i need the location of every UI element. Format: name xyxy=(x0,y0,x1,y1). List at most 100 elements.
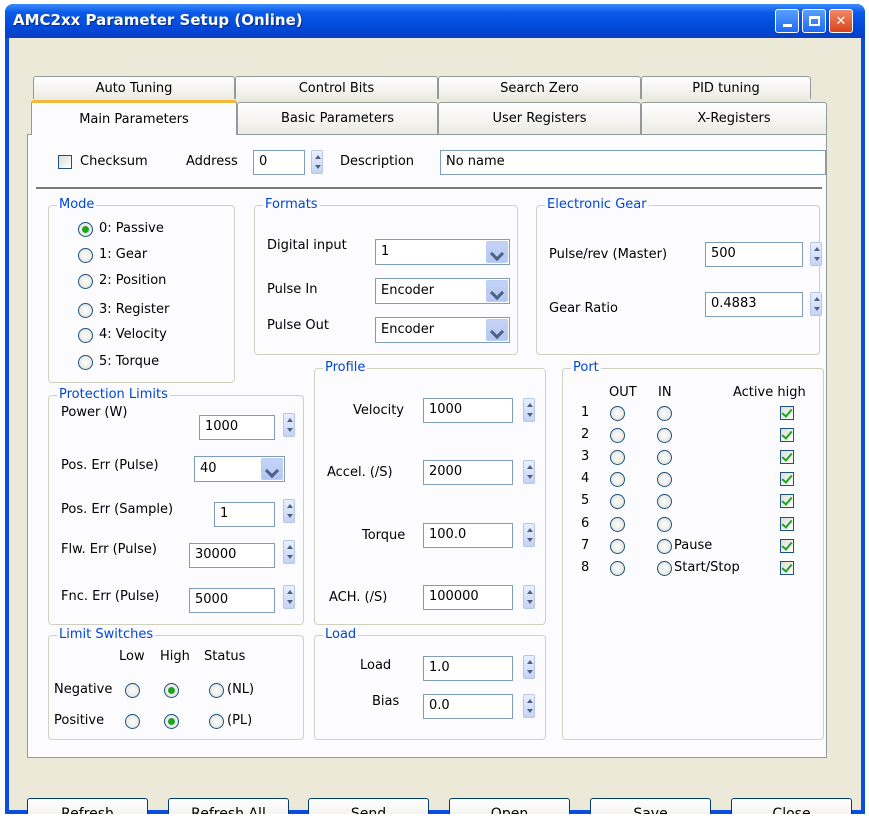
chevron-down-icon[interactable] xyxy=(261,458,283,480)
chevron-down-icon[interactable] xyxy=(486,241,508,263)
port-active-high-5[interactable] xyxy=(780,494,794,508)
mode-radio-passive[interactable] xyxy=(78,222,93,237)
tab-control-bits[interactable]: Control Bits xyxy=(235,76,438,99)
port-in-6 xyxy=(657,517,672,532)
pulse-rev-spinner[interactable] xyxy=(810,242,822,266)
close-icon[interactable]: ✕ xyxy=(829,9,853,33)
port-out-7[interactable] xyxy=(610,539,625,554)
port-out-2[interactable] xyxy=(610,428,625,443)
port-active-high-8[interactable] xyxy=(780,561,794,575)
accel-spinner[interactable] xyxy=(523,460,535,484)
tab-pid-tuning[interactable]: PID tuning xyxy=(641,76,811,99)
port-in-4 xyxy=(657,472,672,487)
accel-field[interactable]: 2000 xyxy=(423,460,513,485)
gear-ratio-field[interactable]: 0.4883 xyxy=(705,292,803,317)
checksum-checkbox[interactable] xyxy=(58,155,72,169)
bias-spinner[interactable] xyxy=(523,694,535,718)
title-bar[interactable]: AMC2xx Parameter Setup (Online) ✕ xyxy=(5,4,865,38)
flw-err-label: Flw. Err (Pulse) xyxy=(61,542,157,557)
save-button[interactable]: Save xyxy=(590,798,711,814)
port-out-6[interactable] xyxy=(610,517,625,532)
address-spinner[interactable] xyxy=(311,150,323,174)
negative-high-radio[interactable] xyxy=(164,683,179,698)
port-active-high-3[interactable] xyxy=(780,450,794,464)
negative-low-radio[interactable] xyxy=(125,683,140,698)
tab-search-zero[interactable]: Search Zero xyxy=(438,76,641,99)
port-active-high-1[interactable] xyxy=(780,406,794,420)
power-field[interactable]: 1000 xyxy=(199,415,275,440)
tab-basic-parameters[interactable]: Basic Parameters xyxy=(237,102,438,134)
fnc-err-field[interactable]: 5000 xyxy=(189,588,275,613)
load-spinner[interactable] xyxy=(523,655,535,679)
fnc-err-spinner[interactable] xyxy=(283,585,295,609)
pulse-out-select[interactable]: Encoder xyxy=(375,317,510,343)
pos-err-sample-field[interactable]: 1 xyxy=(214,502,275,527)
pulse-in-value: Encoder xyxy=(381,283,435,298)
positive-high-radio[interactable] xyxy=(164,714,179,729)
power-spinner[interactable] xyxy=(283,413,295,437)
port-active-high-2[interactable] xyxy=(780,428,794,442)
tab-auto-tuning[interactable]: Auto Tuning xyxy=(33,76,235,99)
app-window: AMC2xx Parameter Setup (Online) ✕ Auto T… xyxy=(5,4,865,814)
mode-radio-gear[interactable] xyxy=(78,248,93,263)
load-field[interactable]: 1.0 xyxy=(423,656,513,681)
nl-label: (NL) xyxy=(227,682,255,697)
velocity-spinner[interactable] xyxy=(523,398,535,422)
port-out-4[interactable] xyxy=(610,472,625,487)
minimize-icon[interactable] xyxy=(775,9,799,33)
bias-field[interactable]: 0.0 xyxy=(423,694,513,719)
refresh-all-button[interactable]: Refresh All xyxy=(168,798,289,814)
torque-label: Torque xyxy=(362,528,406,543)
ach-label: ACH. (/S) xyxy=(329,590,388,605)
close-button[interactable]: Close xyxy=(731,798,852,814)
limit-switches-group: Limit Switches Low High Status Negative … xyxy=(48,627,304,740)
open-button[interactable]: Open xyxy=(449,798,570,814)
torque-spinner[interactable] xyxy=(523,523,535,547)
port-active-high-7[interactable] xyxy=(780,539,794,553)
pos-err-sample-spinner[interactable] xyxy=(283,499,295,523)
flw-err-field[interactable]: 30000 xyxy=(189,543,275,568)
mode-label-gear: 1: Gear xyxy=(99,247,148,262)
torque-field[interactable]: 100.0 xyxy=(423,523,513,548)
mode-radio-register[interactable] xyxy=(78,303,93,318)
active-high-header: Active high xyxy=(733,385,806,400)
digital-input-select[interactable]: 1 xyxy=(375,239,510,265)
tab-user-registers[interactable]: User Registers xyxy=(438,102,641,134)
port-active-high-6[interactable] xyxy=(780,517,794,531)
velocity-field[interactable]: 1000 xyxy=(423,398,513,423)
port-in-7 xyxy=(657,539,672,554)
tab-x-registers[interactable]: X-Registers xyxy=(641,102,827,134)
port-in-8 xyxy=(657,561,672,576)
port-row-number: 5 xyxy=(581,493,590,508)
maximize-icon[interactable] xyxy=(802,9,826,33)
flw-err-spinner[interactable] xyxy=(283,540,295,564)
description-field[interactable]: No name xyxy=(440,150,826,175)
refresh-button[interactable]: Refresh xyxy=(27,798,148,814)
port-out-1[interactable] xyxy=(610,406,625,421)
chevron-down-icon[interactable] xyxy=(486,319,508,341)
port-out-3[interactable] xyxy=(610,450,625,465)
positive-low-radio[interactable] xyxy=(125,714,140,729)
port-out-5[interactable] xyxy=(610,494,625,509)
dialog-client: Auto Tuning Control Bits Search Zero PID… xyxy=(9,38,861,814)
main-parameters-panel: Checksum Address 0 Description No name M… xyxy=(27,134,827,758)
mode-radio-velocity[interactable] xyxy=(78,328,93,343)
address-field[interactable]: 0 xyxy=(253,150,305,175)
tab-main-parameters[interactable]: Main Parameters xyxy=(31,100,237,135)
ach-field[interactable]: 100000 xyxy=(423,585,513,610)
mode-radio-torque[interactable] xyxy=(78,355,93,370)
pos-err-pulse-select[interactable]: 40 xyxy=(194,456,285,482)
gear-ratio-spinner[interactable] xyxy=(810,292,822,316)
negative-status-indicator xyxy=(209,683,224,698)
pulse-in-select[interactable]: Encoder xyxy=(375,278,510,304)
mode-radio-position[interactable] xyxy=(78,274,93,289)
address-label: Address xyxy=(186,154,238,169)
port-out-8[interactable] xyxy=(610,561,625,576)
pulse-rev-field[interactable]: 500 xyxy=(705,242,803,267)
send-button[interactable]: Send xyxy=(308,798,429,814)
description-label: Description xyxy=(340,154,415,169)
ach-spinner[interactable] xyxy=(523,585,535,609)
port-active-high-4[interactable] xyxy=(780,472,794,486)
chevron-down-icon[interactable] xyxy=(486,280,508,302)
port-row-number: 3 xyxy=(581,449,590,464)
